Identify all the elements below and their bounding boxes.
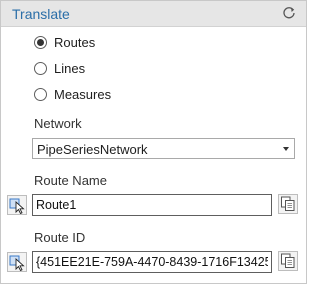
network-select-value: PipeSeriesNetwork bbox=[37, 142, 148, 157]
route-name-input[interactable] bbox=[32, 194, 272, 216]
refresh-icon[interactable] bbox=[282, 6, 296, 20]
network-label: Network bbox=[34, 116, 82, 131]
lines-radio-label[interactable]: Lines bbox=[54, 61, 85, 76]
pick-feature-icon[interactable] bbox=[7, 252, 27, 272]
copy-icon[interactable] bbox=[278, 194, 298, 214]
route-name-label: Route Name bbox=[34, 173, 107, 188]
chevron-down-icon[interactable] bbox=[283, 147, 289, 151]
routes-radio[interactable] bbox=[34, 36, 47, 49]
lines-radio[interactable] bbox=[34, 62, 47, 75]
network-select[interactable]: PipeSeriesNetwork bbox=[32, 138, 295, 159]
pick-feature-icon[interactable] bbox=[7, 195, 27, 215]
measures-radio[interactable] bbox=[34, 88, 47, 101]
panel-title: Translate bbox=[12, 6, 70, 22]
route-id-input[interactable] bbox=[32, 251, 272, 273]
panel-header: Translate bbox=[1, 1, 306, 27]
routes-radio-label[interactable]: Routes bbox=[54, 35, 95, 50]
copy-icon[interactable] bbox=[278, 251, 298, 271]
route-id-label: Route ID bbox=[34, 230, 86, 245]
measures-radio-label[interactable]: Measures bbox=[54, 87, 111, 102]
